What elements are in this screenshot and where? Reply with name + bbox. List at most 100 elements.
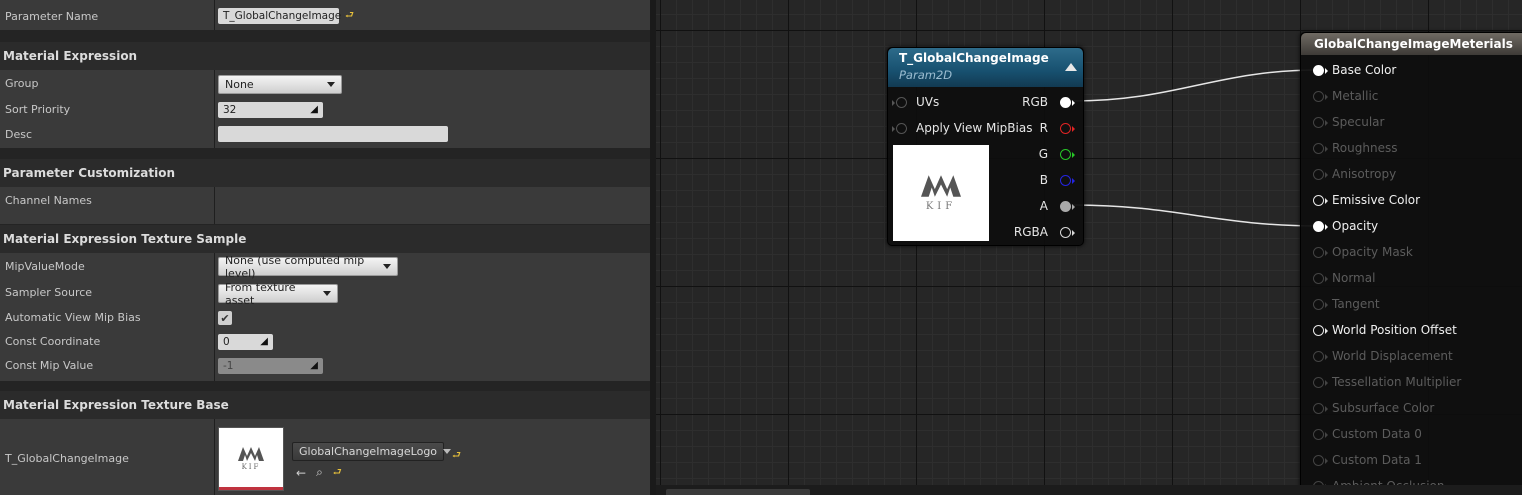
output-pin-rgb[interactable]: RGB	[1022, 95, 1075, 109]
pin-icon	[1313, 64, 1328, 76]
mip-value-mode-value: None (use computed mip level)	[225, 253, 365, 280]
parameter-name-row: Parameter Name T_GlobalChangeImage ⮐	[0, 0, 650, 30]
output-pin-b[interactable]: B	[1040, 173, 1075, 187]
pin-label: Subsurface Color	[1332, 401, 1435, 415]
material-input-pin[interactable]: Tangent	[1313, 297, 1380, 311]
material-input-pin[interactable]: Opacity Mask	[1313, 245, 1413, 259]
parameter-name-field[interactable]: T_GlobalChangeImage	[218, 8, 341, 24]
texture-sample-category[interactable]: Material Expression Texture Sample	[0, 225, 650, 253]
group-row: Group None	[0, 70, 650, 98]
pin-label: R	[1039, 121, 1048, 135]
material-input-pin[interactable]: Subsurface Color	[1313, 401, 1434, 415]
desc-row: Desc	[0, 122, 650, 148]
const-mip-value-value: -1	[223, 360, 234, 372]
group-dropdown-value: None	[225, 78, 254, 91]
input-pin-apply-view-mipbias[interactable]: Apply View MipBias	[892, 121, 1033, 135]
reset-to-default-icon[interactable]: ⮐	[345, 11, 355, 21]
pin-label: Apply View MipBias	[916, 121, 1033, 135]
desc-field[interactable]	[218, 126, 448, 142]
graph-tab[interactable]	[666, 489, 810, 495]
mip-value-mode-label: MipValueMode	[5, 260, 85, 273]
output-pin-a[interactable]: A	[1040, 199, 1075, 213]
input-pin-uvs[interactable]: UVs	[892, 95, 940, 109]
output-pin-r[interactable]: R	[1039, 121, 1075, 135]
sampler-source-dropdown[interactable]: From texture asset	[218, 281, 338, 307]
material-input-pin[interactable]: World Position Offset	[1313, 323, 1457, 337]
reset-to-default-icon[interactable]: ⮐	[452, 450, 462, 461]
sampler-source-row: Sampler Source From texture asset	[0, 280, 650, 307]
material-input-pin[interactable]: Custom Data 0	[1313, 427, 1422, 441]
pin-icon	[1313, 402, 1328, 414]
material-input-pin[interactable]: Base Color	[1313, 63, 1396, 77]
texture-thumbnail[interactable]: KIF	[218, 427, 284, 491]
pin-label: Opacity Mask	[1332, 245, 1413, 259]
pin-label: Base Color	[1332, 63, 1397, 77]
parameter-customization-category[interactable]: Parameter Customization	[0, 159, 650, 187]
material-result-node[interactable]: GlobalChangeImageMeterials Base Color Met…	[1300, 32, 1522, 495]
texture-parameter-node[interactable]: T_GlobalChangeImage Param2D UVs Apply Vi…	[887, 47, 1084, 246]
details-panel: Parameter Name T_GlobalChangeImage ⮐ Mat…	[0, 0, 650, 495]
sort-priority-label: Sort Priority	[5, 103, 71, 116]
material-input-pin[interactable]: Opacity	[1313, 219, 1378, 233]
mip-value-mode-dropdown[interactable]: None (use computed mip level)	[218, 254, 398, 280]
pin-icon	[1313, 428, 1328, 440]
wire-rgb-to-base-color	[1072, 69, 1320, 102]
output-pin-rgba[interactable]: RGBA	[1013, 225, 1075, 239]
parameter-name-label: Parameter Name	[5, 10, 99, 23]
const-coordinate-field[interactable]: 0 ◢	[218, 334, 273, 350]
collapse-icon[interactable]	[1065, 63, 1077, 71]
pin-icon	[1060, 174, 1075, 186]
material-input-pin[interactable]: Specular	[1313, 115, 1384, 129]
material-expression-category[interactable]: Material Expression	[0, 42, 650, 70]
pin-label: Opacity	[1332, 219, 1379, 233]
material-input-pin[interactable]: Emissive Color	[1313, 193, 1420, 207]
material-input-pin[interactable]: World Displacement	[1313, 349, 1453, 363]
pin-label: Emissive Color	[1332, 193, 1421, 207]
pin-label: RGBA	[1013, 225, 1048, 239]
pin-icon	[1313, 298, 1328, 310]
node-title: GlobalChangeImageMeterials	[1301, 33, 1522, 55]
category-title: Material Expression Texture Base	[3, 398, 229, 412]
use-selected-asset-icon[interactable]: ←	[296, 466, 306, 480]
pin-label: Metallic	[1332, 89, 1379, 103]
const-coordinate-value: 0	[223, 336, 230, 348]
material-input-pin[interactable]: Anisotropy	[1313, 167, 1396, 181]
material-input-pin[interactable]: Tessellation Multiplier	[1313, 375, 1461, 389]
pin-icon	[1060, 226, 1075, 238]
texture-preview: KIF	[893, 145, 989, 241]
sort-priority-row: Sort Priority 32 ◢	[0, 98, 650, 122]
auto-view-mip-bias-checkbox[interactable]: ✔	[218, 311, 232, 325]
reset-to-default-icon[interactable]: ⮐	[333, 467, 343, 478]
kif-logo-icon	[238, 447, 264, 461]
pin-label: Normal	[1332, 271, 1376, 285]
pin-label: Custom Data 1	[1332, 453, 1422, 467]
texture-asset-picker[interactable]: GlobalChangeImageLogo	[292, 442, 452, 461]
sort-priority-field[interactable]: 32 ◢	[218, 102, 323, 118]
drag-resize-icon: ◢	[310, 104, 318, 115]
chevron-down-icon	[383, 264, 391, 269]
texture-base-category[interactable]: Material Expression Texture Base	[0, 391, 650, 419]
chevron-down-icon	[327, 82, 335, 87]
pin-icon	[1313, 376, 1328, 388]
pin-icon	[1060, 96, 1075, 108]
texture-asset-label: T_GlobalChangeImage	[5, 452, 129, 465]
output-pin-g[interactable]: G	[1039, 147, 1075, 161]
material-graph[interactable]: T_GlobalChangeImage Param2D UVs Apply Vi…	[656, 0, 1522, 495]
pin-icon	[892, 96, 907, 108]
browse-asset-icon[interactable]: ⌕	[316, 465, 323, 480]
thumbnail-logo-text: KIF	[241, 463, 261, 471]
pin-icon	[1060, 122, 1075, 134]
drag-resize-icon: ◢	[260, 336, 268, 347]
pin-label: UVs	[916, 95, 940, 109]
const-mip-value-label: Const Mip Value	[5, 359, 94, 372]
material-input-pin[interactable]: Normal	[1313, 271, 1375, 285]
pin-label: Roughness	[1332, 141, 1398, 155]
node-header[interactable]: T_GlobalChangeImage Param2D	[888, 48, 1083, 87]
group-dropdown[interactable]: None	[218, 75, 342, 94]
mip-value-mode-row: MipValueMode None (use computed mip leve…	[0, 253, 650, 280]
material-input-pin[interactable]: Roughness	[1313, 141, 1397, 155]
pin-icon	[1313, 454, 1328, 466]
material-input-pin[interactable]: Custom Data 1	[1313, 453, 1422, 467]
channel-names-row[interactable]: Channel Names	[0, 187, 650, 224]
material-input-pin[interactable]: Metallic	[1313, 89, 1378, 103]
